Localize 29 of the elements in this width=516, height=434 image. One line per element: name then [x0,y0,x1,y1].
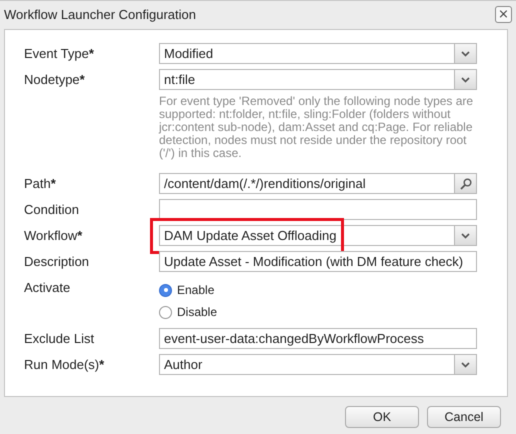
input-field[interactable]: event-user-data:changedByWorkflowProcess [159,328,477,349]
close-button[interactable]: × [495,6,512,22]
radio-option[interactable]: Disable [159,305,477,319]
dropdown[interactable]: DAM Update Asset Offloading [159,225,477,246]
radio-option[interactable]: Enable [159,283,477,297]
path-field[interactable]: /content/dam(/.*/)renditions/original [159,173,477,194]
field-label: Event Type* [24,45,95,63]
chevron-icon [461,232,470,238]
dialog-button[interactable]: OK [345,406,419,428]
chevron-icon [461,50,470,56]
field-label: Workflow* [24,227,84,245]
dropdown[interactable]: nt:file [159,69,477,90]
help-text: For event type 'Removed' only the following node types are supported: nt:folder, nt:file, sling:Folder (folders without jcr:content sub-node), dam:Asset and cq:Page. For reliable detection, nodes must not reside under the repository root ('/') in this case. [159,95,474,160]
dropdown[interactable]: Author [159,354,477,375]
dropdown[interactable]: Modified [159,43,477,64]
chevron-icon [461,76,470,82]
field-label: Activate [24,279,72,297]
field-label: Description [24,253,90,271]
search-icon [460,178,472,190]
chevron-icon [461,362,470,368]
field-label: Nodetype* [24,71,86,89]
input-field[interactable]: Update Asset - Modification (with DM feature check) [159,251,477,272]
window-title: Workflow Launcher Configuration [4,6,196,22]
dialog-button[interactable]: Cancel [427,406,501,428]
field-label: Path* [24,175,57,193]
field-label: Exclude List [24,330,96,348]
field-label: Condition [24,201,80,219]
input-field[interactable] [159,199,477,220]
field-label: Run Mode(s)* [24,356,106,374]
